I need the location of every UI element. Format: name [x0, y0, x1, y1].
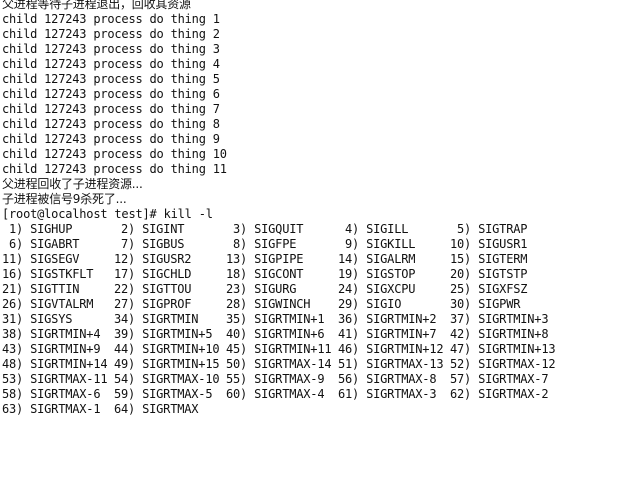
signal-entry: 5) SIGTRAP	[450, 222, 528, 236]
signal-entry: 3) SIGQUIT	[226, 222, 304, 236]
signal-entry: 31) SIGSYS	[2, 312, 73, 326]
signal-entry: 35) SIGRTMIN+1	[226, 312, 325, 326]
signal-list-row: 21) SIGTTIN 22) SIGTTOU 23) SIGURG 24) S…	[2, 282, 617, 297]
output-line: child 127243 process do thing 7	[2, 102, 220, 116]
output-line: child 127243 process do thing 5	[2, 72, 220, 86]
signal-list-row: 31) SIGSYS 34) SIGRTMIN 35) SIGRTMIN+1 3…	[2, 312, 617, 327]
shell-prompt-command: [root@localhost test]# kill -l	[2, 207, 213, 221]
signal-entry: 24) SIGXCPU	[338, 282, 416, 296]
signal-entry: 30) SIGPWR	[450, 297, 521, 311]
signal-entry: 64) SIGRTMAX	[114, 402, 199, 416]
signal-entry: 16) SIGSTKFLT	[2, 267, 94, 281]
signal-entry: 42) SIGRTMIN+8	[450, 327, 549, 341]
signal-entry: 61) SIGRTMAX-3	[338, 387, 437, 401]
signal-entry: 18) SIGCONT	[226, 267, 304, 281]
signal-entry: 9) SIGKILL	[338, 237, 416, 251]
output-line: child 127243 process do thing 1	[2, 12, 220, 26]
signal-list-row: 43) SIGRTMIN+9 44) SIGRTMIN+10 45) SIGRT…	[2, 342, 617, 357]
signal-entry: 29) SIGIO	[338, 297, 402, 311]
output-line: child 127243 process do thing 3	[2, 42, 220, 56]
output-line: child 127243 process do thing 8	[2, 117, 220, 131]
output-line: child 127243 process do thing 10	[2, 147, 227, 161]
signal-list-row: 38) SIGRTMIN+4 39) SIGRTMIN+5 40) SIGRTM…	[2, 327, 617, 342]
signal-entry: 20) SIGTSTP	[450, 267, 528, 281]
signal-entry: 46) SIGRTMIN+12	[338, 342, 444, 356]
signal-list-row: 16) SIGSTKFLT 17) SIGCHLD 18) SIGCONT 19…	[2, 267, 617, 282]
signal-entry: 48) SIGRTMIN+14	[2, 357, 108, 371]
signal-entry: 47) SIGRTMIN+13	[450, 342, 556, 356]
signal-entry: 34) SIGRTMIN	[114, 312, 199, 326]
signal-entry: 13) SIGPIPE	[226, 252, 304, 266]
signal-entry: 43) SIGRTMIN+9	[2, 342, 101, 356]
signal-entry: 50) SIGRTMAX-14	[226, 357, 332, 371]
signal-entry: 56) SIGRTMAX-8	[338, 372, 437, 386]
signal-entry: 53) SIGRTMAX-11	[2, 372, 108, 386]
signal-entry: 58) SIGRTMAX-6	[2, 387, 101, 401]
signal-list-row: 1) SIGHUP 2) SIGINT 3) SIGQUIT 4) SIGILL…	[2, 222, 617, 237]
signal-entry: 40) SIGRTMIN+6	[226, 327, 325, 341]
output-line: 父进程回收了子进程资源...	[2, 177, 143, 191]
signal-entry: 54) SIGRTMAX-10	[114, 372, 220, 386]
signal-entry: 52) SIGRTMAX-12	[450, 357, 556, 371]
signal-entry: 44) SIGRTMIN+10	[114, 342, 220, 356]
signal-entry: 49) SIGRTMIN+15	[114, 357, 220, 371]
signal-entry: 2) SIGINT	[114, 222, 185, 236]
signal-entry: 45) SIGRTMIN+11	[226, 342, 332, 356]
signal-list-row: 11) SIGSEGV 12) SIGUSR2 13) SIGPIPE 14) …	[2, 252, 617, 267]
signal-entry: 17) SIGCHLD	[114, 267, 192, 281]
signal-entry: 36) SIGRTMIN+2	[338, 312, 437, 326]
signal-list-row: 6) SIGABRT 7) SIGBUS 8) SIGFPE 9) SIGKIL…	[2, 237, 617, 252]
signal-list-row: 53) SIGRTMAX-11 54) SIGRTMAX-10 55) SIGR…	[2, 372, 617, 387]
signal-entry: 27) SIGPROF	[114, 297, 192, 311]
signal-entry: 6) SIGABRT	[2, 237, 80, 251]
signal-entry: 4) SIGILL	[338, 222, 409, 236]
signal-list-row: 26) SIGVTALRM 27) SIGPROF 28) SIGWINCH 2…	[2, 297, 617, 312]
signal-entry: 1) SIGHUP	[2, 222, 73, 236]
signal-entry: 28) SIGWINCH	[226, 297, 311, 311]
signal-entry: 19) SIGSTOP	[338, 267, 416, 281]
signal-entry: 15) SIGTERM	[450, 252, 528, 266]
signal-entry: 59) SIGRTMAX-5	[114, 387, 213, 401]
signal-entry: 51) SIGRTMAX-13	[338, 357, 444, 371]
signal-entry: 62) SIGRTMAX-2	[450, 387, 549, 401]
output-line: child 127243 process do thing 6	[2, 87, 220, 101]
output-line: child 127243 process do thing 11	[2, 162, 227, 176]
output-line: 父进程等待子进程退出，回收其资源	[2, 0, 191, 11]
output-line: child 127243 process do thing 2	[2, 27, 220, 41]
signal-entry: 12) SIGUSR2	[114, 252, 192, 266]
signal-list-row: 48) SIGRTMIN+14 49) SIGRTMIN+15 50) SIGR…	[2, 357, 617, 372]
signal-entry: 41) SIGRTMIN+7	[338, 327, 437, 341]
signal-entry: 39) SIGRTMIN+5	[114, 327, 213, 341]
signal-entry: 38) SIGRTMIN+4	[2, 327, 101, 341]
signal-entry: 60) SIGRTMAX-4	[226, 387, 325, 401]
output-line: child 127243 process do thing 4	[2, 57, 220, 71]
terminal-output[interactable]: 父进程等待子进程退出，回收其资源 child 127243 process do…	[2, 0, 617, 420]
signal-entry: 57) SIGRTMAX-7	[450, 372, 549, 386]
signal-entry: 26) SIGVTALRM	[2, 297, 94, 311]
signal-list-row: 63) SIGRTMAX-1 64) SIGRTMAX	[2, 402, 617, 417]
signal-entry: 22) SIGTTOU	[114, 282, 192, 296]
signal-entry: 10) SIGUSR1	[450, 237, 528, 251]
signal-entry: 23) SIGURG	[226, 282, 297, 296]
signal-entry: 37) SIGRTMIN+3	[450, 312, 549, 326]
output-line: child 127243 process do thing 9	[2, 132, 220, 146]
signal-list-row: 58) SIGRTMAX-6 59) SIGRTMAX-5 60) SIGRTM…	[2, 387, 617, 402]
signal-entry: 14) SIGALRM	[338, 252, 416, 266]
signal-entry: 63) SIGRTMAX-1	[2, 402, 101, 416]
output-line: 子进程被信号9杀死了...	[2, 192, 127, 206]
signal-entry: 25) SIGXFSZ	[450, 282, 528, 296]
signal-entry: 7) SIGBUS	[114, 237, 185, 251]
signal-entry: 55) SIGRTMAX-9	[226, 372, 325, 386]
signal-entry: 8) SIGFPE	[226, 237, 297, 251]
signal-entry: 21) SIGTTIN	[2, 282, 80, 296]
signal-entry: 11) SIGSEGV	[2, 252, 80, 266]
